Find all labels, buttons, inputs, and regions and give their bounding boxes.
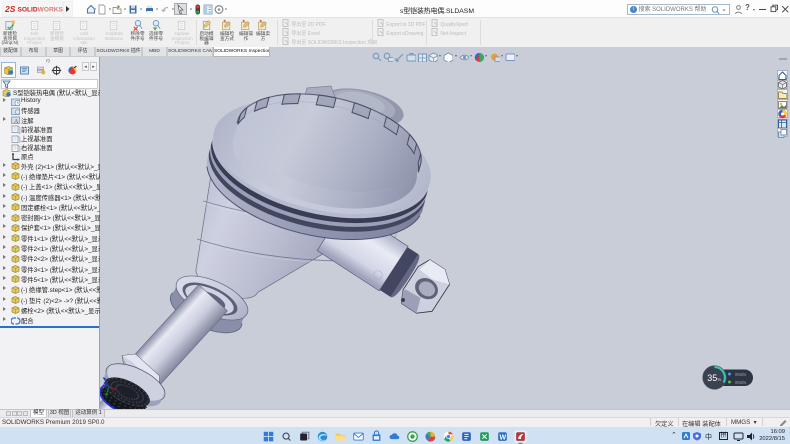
svg-text:W: W — [499, 434, 506, 441]
svg-text:2S: 2S — [4, 4, 16, 14]
svg-text:SOLIDWORKS: SOLIDWORKS — [18, 7, 64, 14]
svg-text:0KB/s: 0KB/s — [735, 372, 746, 377]
svg-text:0KB/s: 0KB/s — [735, 380, 746, 385]
